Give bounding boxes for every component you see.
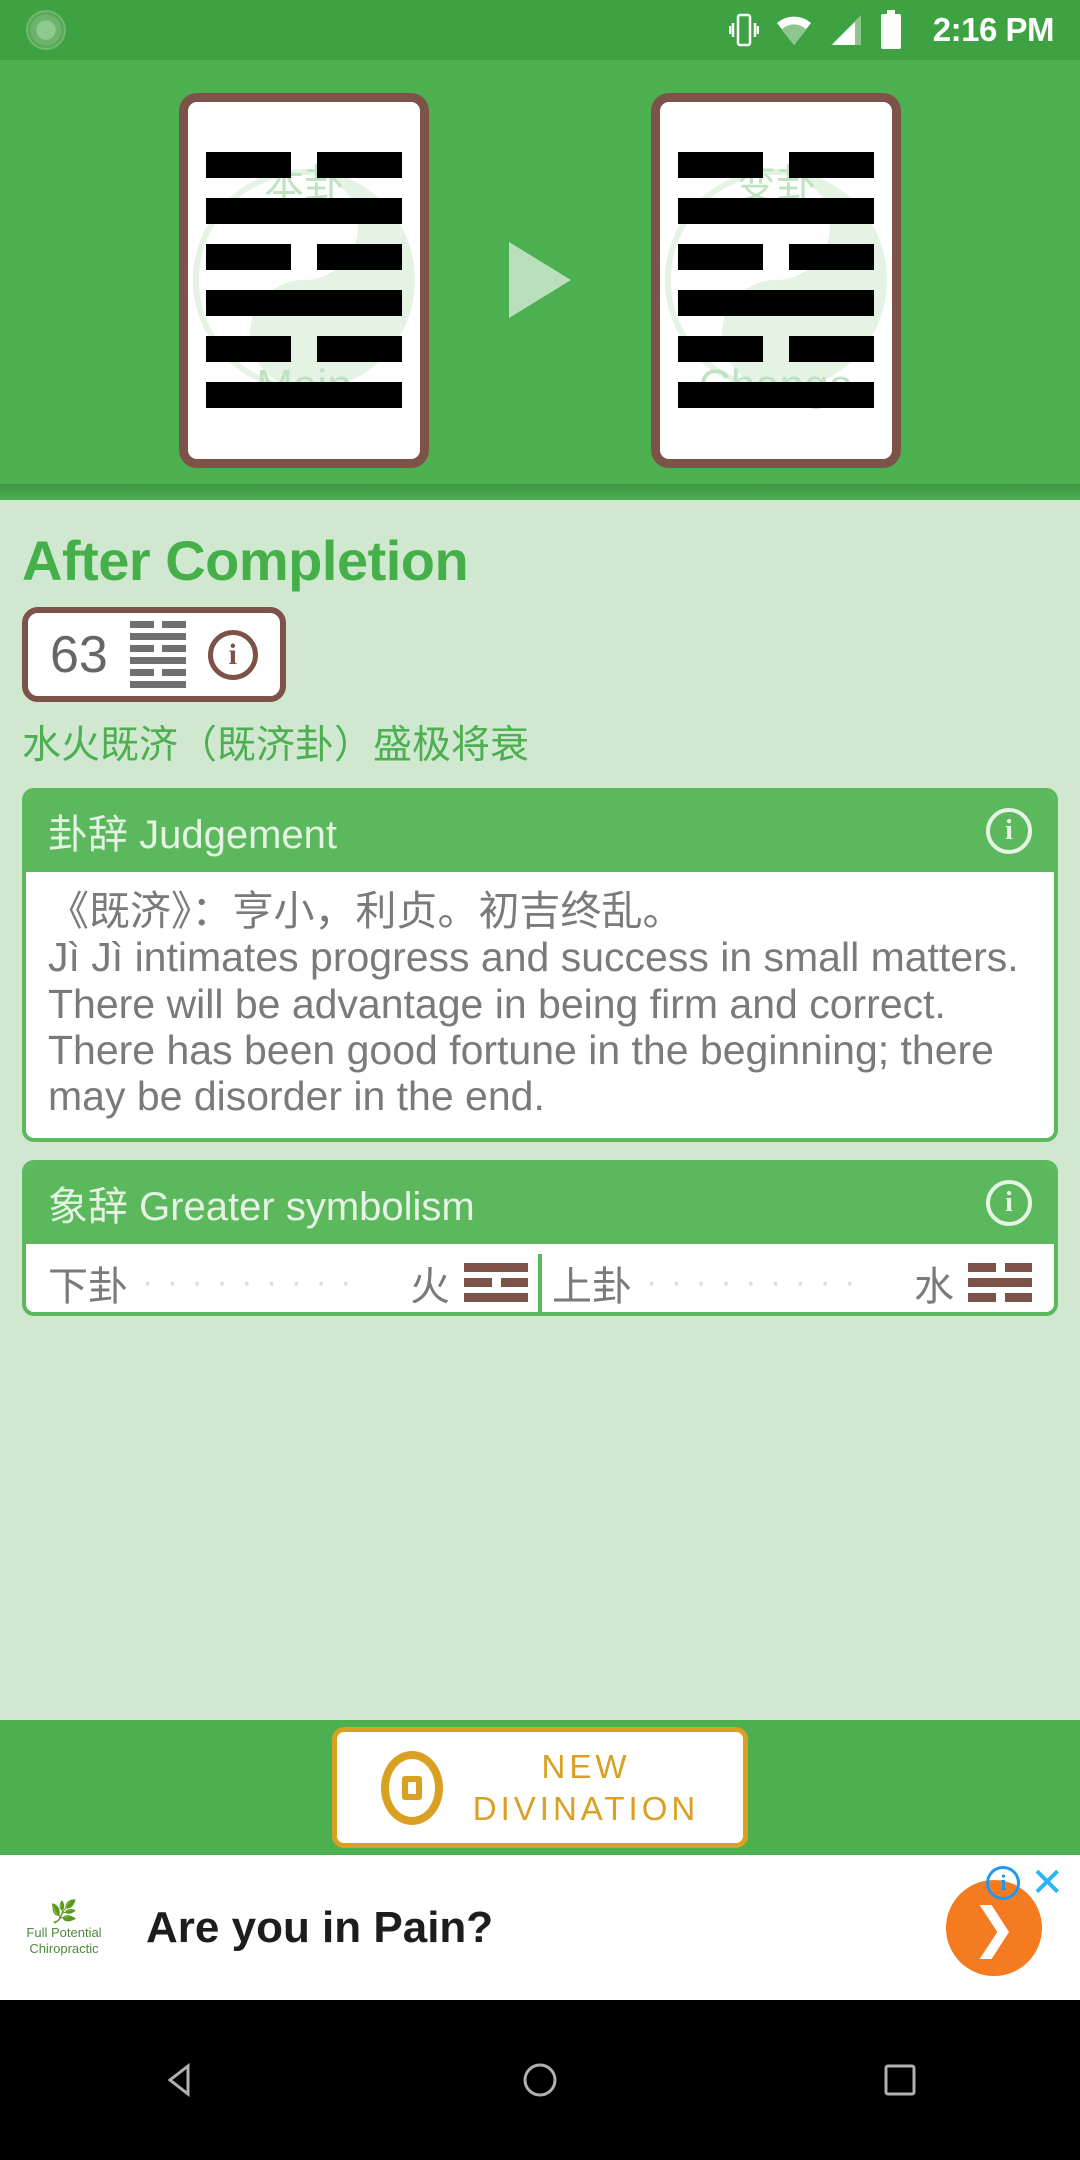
home-button[interactable] bbox=[518, 2058, 562, 2102]
advertiser-name-line2: Chiropractic bbox=[29, 1940, 99, 1956]
hexagram-line-4 bbox=[678, 244, 874, 270]
change-hexagram-card[interactable]: 变卦 Change bbox=[651, 92, 901, 468]
wifi-icon bbox=[776, 16, 811, 45]
battery-icon bbox=[880, 10, 901, 49]
symbolism-card: 象辞 Greater symbolism i 下卦 · · · · · · · … bbox=[22, 1159, 1058, 1316]
hexagram-line-4 bbox=[206, 244, 402, 270]
symbolism-header: 象辞 Greater symbolism i bbox=[26, 1163, 1054, 1244]
transform-arrow-icon bbox=[509, 242, 571, 318]
hexagram-line-2 bbox=[678, 336, 874, 362]
info-icon[interactable]: i bbox=[986, 1179, 1032, 1226]
hexagram-title: After Completion bbox=[22, 529, 469, 592]
signal-icon bbox=[830, 15, 861, 45]
app-icon bbox=[26, 10, 66, 50]
upper-trigram-label: 上卦 bbox=[552, 1264, 632, 1309]
back-button[interactable] bbox=[158, 2058, 202, 2102]
hexagram-hero: 本卦 Main 变卦 Change bbox=[0, 60, 1080, 500]
hexagram-line-5 bbox=[206, 198, 402, 224]
main-hexagram-card[interactable]: 本卦 Main bbox=[179, 92, 429, 468]
hexagram-line-6 bbox=[678, 152, 874, 178]
upper-trigram-dots: · · · · · · · · · bbox=[646, 1263, 858, 1302]
ad-badges: i ✕ bbox=[986, 1863, 1064, 1903]
ad-info-icon[interactable]: i bbox=[986, 1866, 1021, 1900]
lower-trigram-element: 火 bbox=[410, 1264, 450, 1309]
ad-headline: Are you in Pain? bbox=[146, 1902, 494, 1952]
advertiser-logo: 🌿 Full Potential Chiropractic bbox=[18, 1899, 110, 1957]
upper-trigram-icon bbox=[968, 1263, 1032, 1303]
symbolism-header-label: 象辞 Greater symbolism bbox=[48, 1184, 475, 1229]
info-icon[interactable]: i bbox=[207, 629, 258, 680]
recents-button[interactable] bbox=[878, 2058, 922, 2102]
symbolism-divider bbox=[538, 1253, 542, 1312]
lower-trigram-dots: · · · · · · · · · bbox=[142, 1263, 354, 1302]
coin-icon bbox=[380, 1750, 443, 1825]
hexagram-line-3 bbox=[206, 290, 402, 316]
bottom-action-bar: NEW DIVINATION bbox=[0, 1720, 1080, 1855]
leaf-icon: 🌿 bbox=[50, 1898, 78, 1924]
upper-trigram-element: 水 bbox=[914, 1264, 954, 1309]
new-divination-label: NEW DIVINATION bbox=[473, 1746, 699, 1829]
advertisement-banner[interactable]: 🌿 Full Potential Chiropractic Are you in… bbox=[0, 1855, 1080, 2000]
judgement-body: 《既济》：亨小，利贞。初吉终乱。 Jì Jì intimates progres… bbox=[26, 872, 1054, 1138]
mini-hexagram-icon bbox=[129, 621, 186, 688]
status-bar: 2:16 PM bbox=[0, 0, 1080, 60]
hexagram-number: 63 bbox=[50, 625, 108, 684]
hexagram-number-badge[interactable]: 63 i bbox=[22, 607, 286, 702]
hexagram-line-1 bbox=[678, 382, 874, 408]
lower-trigram-icon bbox=[464, 1263, 528, 1303]
status-bar-clock: 2:16 PM bbox=[932, 11, 1055, 48]
judgement-english: Jì Jì intimates progress and success in … bbox=[48, 934, 1019, 1120]
vibrate-icon bbox=[728, 13, 759, 47]
hexagram-line-2 bbox=[206, 336, 402, 362]
hexagram-line-5 bbox=[678, 198, 874, 224]
upper-trigram: 上卦 · · · · · · · · · 水 bbox=[552, 1254, 1032, 1312]
hexagram-subtitle: 水火既济（既济卦）盛极将衰 bbox=[22, 724, 530, 767]
new-divination-button[interactable]: NEW DIVINATION bbox=[331, 1727, 749, 1848]
ad-close-icon[interactable]: ✕ bbox=[1030, 1863, 1064, 1903]
judgement-header: 卦辞 Judgement i bbox=[26, 792, 1054, 872]
judgement-card: 卦辞 Judgement i 《既济》：亨小，利贞。初吉终乱。 Jì Jì in… bbox=[22, 788, 1058, 1142]
hexagram-line-6 bbox=[206, 152, 402, 178]
hexagram-line-1 bbox=[206, 382, 402, 408]
advertiser-name-line1: Full Potential bbox=[26, 1925, 102, 1941]
lower-trigram-label: 下卦 bbox=[48, 1264, 128, 1309]
new-divination-line1: NEW bbox=[541, 1748, 631, 1786]
info-icon[interactable]: i bbox=[986, 808, 1032, 854]
lower-trigram: 下卦 · · · · · · · · · 火 bbox=[48, 1254, 528, 1312]
new-divination-line2: DIVINATION bbox=[472, 1789, 700, 1827]
symbolism-trigram-row: 下卦 · · · · · · · · · 火 上卦 · · · · · · · … bbox=[26, 1244, 1054, 1312]
android-navigation-bar bbox=[0, 2000, 1080, 2160]
status-bar-icons: 2:16 PM bbox=[728, 10, 1055, 50]
judgement-header-label: 卦辞 Judgement bbox=[48, 813, 338, 857]
hexagram-line-3 bbox=[678, 290, 874, 316]
judgement-chinese: 《既济》：亨小，利贞。初吉终乱。 bbox=[48, 888, 684, 934]
